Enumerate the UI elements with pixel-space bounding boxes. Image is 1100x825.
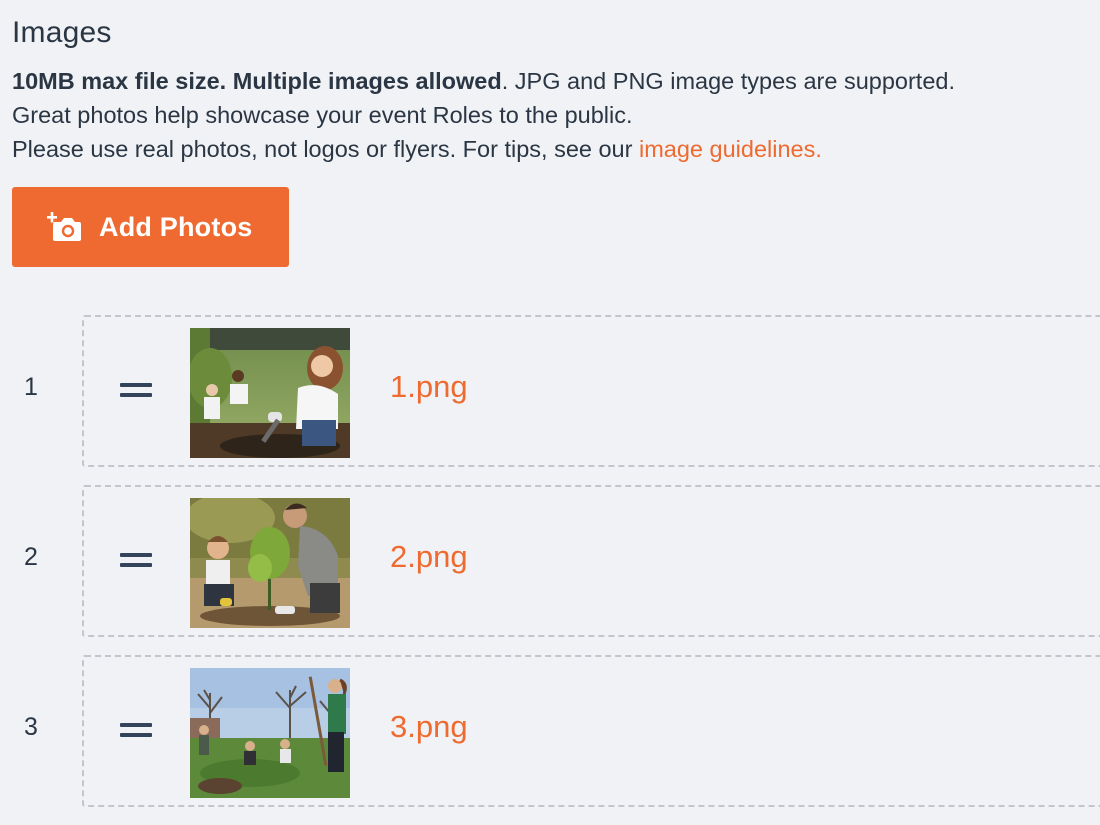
drag-handle-icon[interactable]	[120, 553, 152, 569]
image-card[interactable]: 3.png	[82, 655, 1100, 807]
image-index: 1	[24, 373, 38, 401]
image-row: 2 2.png	[0, 485, 1100, 655]
description-line-1: 10MB max file size. Multiple images allo…	[12, 64, 1097, 98]
image-filename-link[interactable]: 1.png	[390, 369, 468, 405]
add-photos-label: Add Photos	[99, 211, 253, 242]
drag-handle-icon[interactable]	[120, 383, 152, 399]
section-title: Images	[12, 16, 112, 49]
image-row: 3 3.png	[0, 655, 1100, 825]
image-filename-link[interactable]: 3.png	[390, 709, 468, 745]
section-description: 10MB max file size. Multiple images allo…	[12, 64, 1097, 166]
image-list: 1 1.png 2 2.png 3 3.png	[0, 315, 1100, 825]
image-filename-link[interactable]: 2.png	[390, 539, 468, 575]
description-line-3-text: Please use real photos, not logos or fly…	[12, 136, 639, 162]
description-line-2: Great photos help showcase your event Ro…	[12, 102, 633, 128]
image-thumbnail	[190, 328, 350, 458]
camera-plus-icon	[46, 211, 82, 243]
image-index: 2	[24, 543, 38, 571]
image-guidelines-link[interactable]: image guidelines.	[639, 136, 822, 162]
image-index: 3	[24, 713, 38, 741]
image-thumbnail	[190, 668, 350, 798]
drag-handle-icon[interactable]	[120, 723, 152, 739]
description-rest: . JPG and PNG image types are supported.	[501, 68, 956, 94]
description-line-3: Please use real photos, not logos or fly…	[12, 132, 1097, 166]
image-row: 1 1.png	[0, 315, 1100, 485]
image-thumbnail	[190, 498, 350, 628]
add-photos-button[interactable]: Add Photos	[12, 187, 289, 267]
image-card[interactable]: 1.png	[82, 315, 1100, 467]
description-bold: 10MB max file size. Multiple images allo…	[12, 68, 502, 94]
image-card[interactable]: 2.png	[82, 485, 1100, 637]
